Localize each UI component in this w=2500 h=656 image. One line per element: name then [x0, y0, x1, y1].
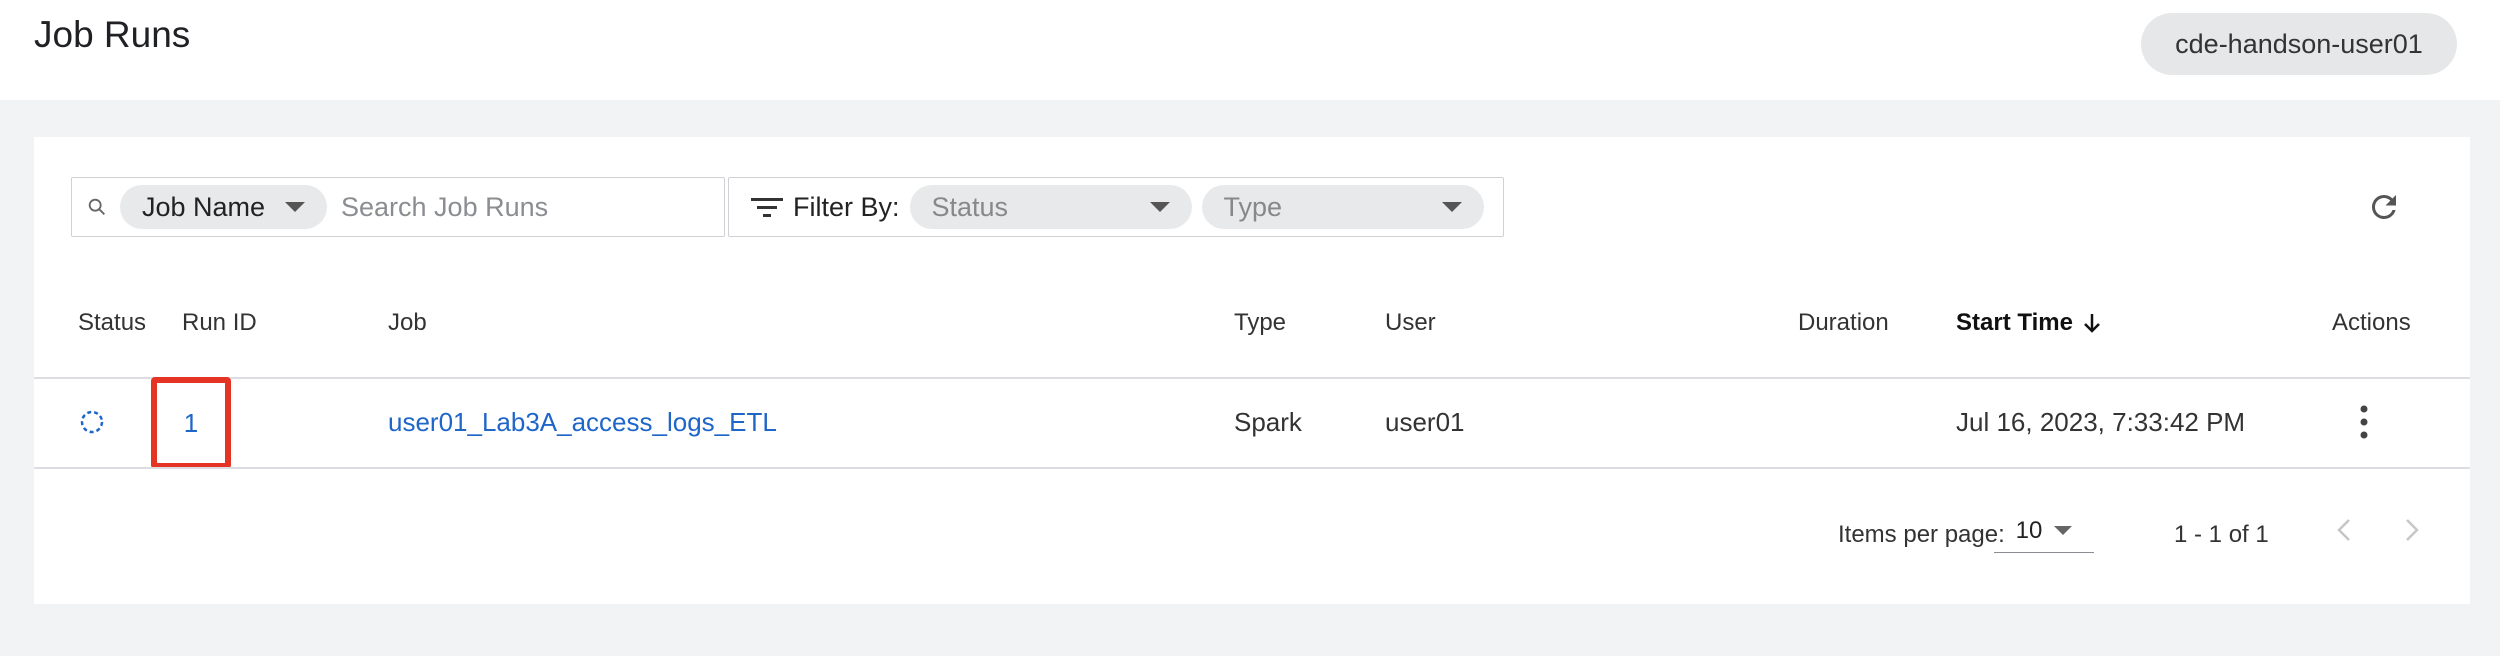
- type-cell: Spark: [1234, 407, 1302, 437]
- column-header-job[interactable]: Job: [388, 309, 427, 337]
- start-time-cell: Jul 16, 2023, 7:33:42 PM: [1956, 407, 2246, 437]
- chevron-down-icon: [1441, 202, 1462, 212]
- chevron-down-icon: [285, 202, 305, 212]
- column-header-run-id[interactable]: Run ID: [182, 309, 257, 337]
- job-runs-card: Job Name Filter By: Status Type Status R…: [34, 137, 2470, 604]
- column-header-actions: Actions: [2332, 309, 2411, 336]
- column-header-status: Status: [78, 309, 147, 336]
- status-filter-placeholder: Status: [931, 191, 1009, 222]
- status-filter-select[interactable]: Status: [909, 185, 1192, 229]
- chevron-left-icon[interactable]: [2336, 517, 2352, 543]
- pagination-range: 1 - 1 of 1: [2174, 521, 2269, 548]
- user-chip[interactable]: cde-handson-user01: [2141, 13, 2457, 75]
- column-header-user[interactable]: User: [1385, 309, 1436, 337]
- run-id-highlight: 1: [151, 377, 231, 469]
- search-field-select-label: Job Name: [142, 191, 266, 222]
- items-per-page-value: 10: [2015, 516, 2043, 544]
- filter-icon: [751, 198, 783, 217]
- header-divider: [34, 377, 2470, 379]
- chevron-down-icon: [2054, 526, 2073, 535]
- user-cell: user01: [1385, 407, 1465, 437]
- chevron-right-icon[interactable]: [2404, 517, 2420, 543]
- running-spinner-icon: [80, 410, 104, 434]
- top-bar: Job Runs cde-handson-user01: [0, 0, 2500, 100]
- type-filter-select[interactable]: Type: [1201, 185, 1484, 229]
- column-header-duration[interactable]: Duration: [1798, 309, 1889, 337]
- run-id-link[interactable]: 1: [184, 408, 198, 439]
- column-header-start-time-label: Start Time: [1956, 309, 2073, 336]
- type-filter-placeholder: Type: [1223, 191, 1283, 222]
- search-input[interactable]: [339, 182, 724, 232]
- filter-box: Filter By: Status Type: [728, 177, 1504, 237]
- row-divider: [34, 467, 2470, 469]
- items-per-page-select[interactable]: 10: [1994, 509, 2094, 553]
- search-field-select[interactable]: Job Name: [120, 185, 327, 229]
- column-header-start-time[interactable]: Start Time: [1956, 309, 2101, 337]
- refresh-icon[interactable]: [2366, 189, 2402, 225]
- search-icon: [88, 198, 105, 215]
- arrow-down-icon: [2084, 314, 2100, 333]
- filter-label: Filter By:: [793, 191, 900, 222]
- chevron-down-icon: [1149, 202, 1170, 212]
- more-actions-icon[interactable]: [2358, 404, 2370, 440]
- column-header-type[interactable]: Type: [1234, 309, 1286, 337]
- items-per-page-label: Items per page:: [1838, 521, 2005, 548]
- search-box: Job Name: [71, 177, 725, 237]
- page-title: Job Runs: [34, 14, 191, 55]
- job-link[interactable]: user01_Lab3A_access_logs_ETL: [388, 407, 777, 438]
